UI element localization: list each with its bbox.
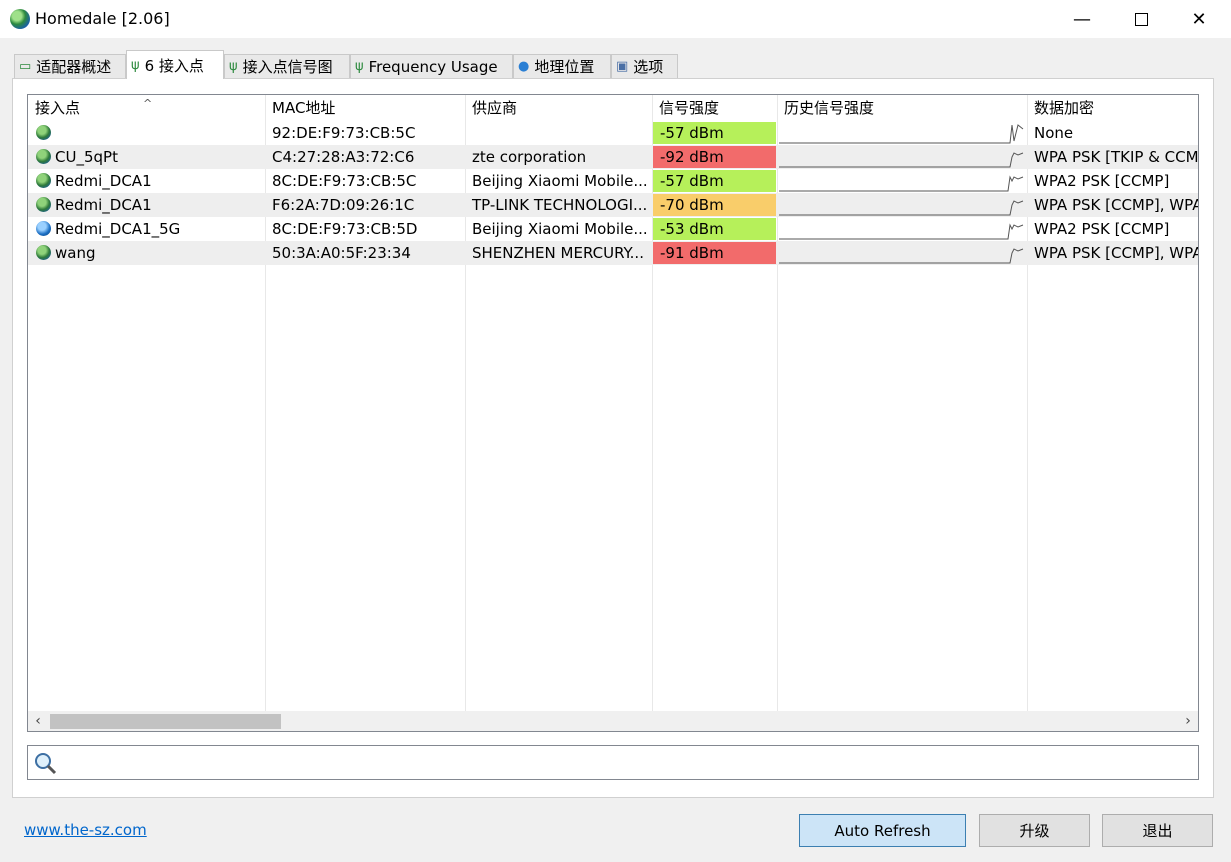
column-header-mac[interactable]: MAC地址	[265, 95, 465, 121]
cell-mac: F6:2A:7D:09:26:1C	[272, 196, 415, 214]
cell-ssid: CU_5qPt	[55, 148, 118, 166]
tab-location[interactable]: ● 地理位置	[513, 54, 611, 78]
column-header-signal[interactable]: 信号强度	[652, 95, 777, 121]
table-row[interactable]: CU_5qPt C4:27:28:A3:72:C6 zte corporation -…	[28, 145, 1199, 169]
column-header-encryption[interactable]: 数据加密	[1027, 95, 1198, 121]
signal-history-sparkline	[779, 248, 1024, 264]
scroll-left-button[interactable]: ‹	[28, 711, 48, 731]
close-icon: ✕	[1191, 8, 1207, 30]
scroll-right-button[interactable]: ›	[1178, 711, 1198, 731]
cell-vendor: TP-LINK TECHNOLOGI...	[472, 196, 648, 214]
signal-history-sparkline	[779, 175, 1024, 192]
website-link[interactable]: www.the-sz.com	[24, 821, 147, 839]
cell-encryption: WPA PSK [CCMP], WPA2	[1034, 196, 1199, 214]
cell-signal: -92 dBm	[653, 146, 776, 168]
cell-ssid: Redmi_DCA1	[55, 196, 152, 214]
horizontal-scrollbar[interactable]: ‹ ›	[28, 711, 1198, 731]
cell-encryption: WPA2 PSK [CCMP]	[1034, 220, 1170, 238]
cell-signal: -70 dBm	[653, 194, 776, 216]
cell-vendor: SHENZHEN MERCURY...	[472, 244, 644, 262]
cell-signal-history	[778, 145, 1026, 169]
tab-options[interactable]: ▣ 选项	[611, 54, 678, 78]
signal-history-sparkline	[779, 152, 1024, 168]
cell-signal: -57 dBm	[653, 170, 776, 192]
cell-encryption: WPA PSK [TKIP & CCMP]	[1034, 148, 1199, 166]
maximize-icon	[1134, 12, 1148, 26]
network-card-icon: ▭	[19, 59, 32, 74]
cell-signal: -53 dBm	[653, 218, 776, 240]
minimize-button[interactable]: —	[1053, 0, 1111, 38]
cell-mac: 8C:DE:F9:73:CB:5D	[272, 220, 418, 238]
close-button[interactable]: ✕	[1170, 0, 1228, 38]
cell-vendor: Beijing Xiaomi Mobile...	[472, 172, 648, 190]
tab-adapter-overview[interactable]: ▭ 适配器概述	[14, 54, 126, 78]
tab-frequency-usage[interactable]: ψ Frequency Usage	[350, 54, 513, 78]
column-header-vendor[interactable]: 供应商	[465, 95, 652, 121]
antenna-icon: ψ	[131, 57, 140, 73]
access-point-list[interactable]: 接入点 ^ MAC地址 供应商 信号强度 历史信号强度 数据加密 92:DE:F9…	[27, 94, 1199, 732]
map-pin-icon: ●	[518, 59, 530, 74]
minimize-icon: —	[1073, 8, 1091, 30]
table-row[interactable]: Redmi_DCA1 F6:2A:7D:09:26:1C TP-LINK TECHN…	[28, 193, 1199, 217]
title-bar: Homedale [2.06] — ✕	[0, 0, 1231, 38]
antenna-icon: ψ	[355, 59, 364, 74]
cell-mac: C4:27:28:A3:72:C6	[272, 148, 415, 166]
cell-mac: 50:3A:A0:5F:23:34	[272, 244, 411, 262]
signal-history-sparkline	[779, 200, 1024, 216]
search-input[interactable]	[68, 749, 1192, 777]
cell-signal-history	[778, 169, 1026, 193]
cell-vendor: zte corporation	[472, 148, 587, 166]
tab-access-points[interactable]: ψ6 接入点	[126, 50, 224, 79]
cell-ssid: Redmi_DCA1	[55, 172, 152, 190]
cell-encryption: WPA2 PSK [CCMP]	[1034, 172, 1170, 190]
column-header-signal-history[interactable]: 历史信号强度	[777, 95, 1027, 121]
cell-vendor	[465, 121, 652, 145]
globe-icon	[10, 9, 30, 29]
search-box	[27, 745, 1199, 780]
cell-encryption: WPA PSK [CCMP], WPA2	[1034, 244, 1199, 262]
cell-encryption: None	[1034, 124, 1074, 142]
table-row[interactable]: wang 50:3A:A0:5F:23:34 SHENZHEN MERCURY...…	[28, 241, 1199, 265]
cell-mac: 92:DE:F9:73:CB:5C	[272, 124, 416, 142]
cell-signal-history	[778, 193, 1026, 217]
table-row[interactable]: 92:DE:F9:73:CB:5C -57 dBm None	[28, 121, 1198, 145]
auto-refresh-button[interactable]: Auto Refresh	[799, 814, 966, 847]
signal-history-sparkline	[779, 124, 1024, 144]
cell-vendor: Beijing Xiaomi Mobile...	[472, 220, 648, 238]
maximize-button[interactable]	[1112, 0, 1170, 38]
table-row[interactable]: Redmi_DCA1_5G 8C:DE:F9:73:CB:5D Beijing Xi…	[28, 217, 1198, 241]
cell-signal: -91 dBm	[653, 242, 776, 264]
cell-signal-history	[778, 121, 1026, 145]
sort-ascending-icon: ^	[143, 97, 153, 110]
signal-history-sparkline	[779, 223, 1024, 240]
list-header: 接入点 ^ MAC地址 供应商 信号强度 历史信号强度 数据加密	[28, 95, 1198, 121]
cell-signal-history	[778, 241, 1026, 265]
cell-signal: -57 dBm	[653, 122, 776, 144]
cell-ssid: Redmi_DCA1_5G	[55, 220, 181, 238]
scroll-thumb[interactable]	[50, 714, 281, 729]
settings-icon: ▣	[616, 59, 629, 74]
cell-ssid: wang	[55, 244, 96, 262]
upgrade-button[interactable]: 升级	[979, 814, 1090, 847]
column-header-ssid[interactable]: 接入点 ^	[28, 95, 265, 121]
table-row[interactable]: Redmi_DCA1 8C:DE:F9:73:CB:5C Beijing Xiaom…	[28, 169, 1198, 193]
exit-button[interactable]: 退出	[1102, 814, 1213, 847]
cell-signal-history	[778, 217, 1026, 241]
search-icon	[35, 753, 57, 775]
antenna-icon: ψ	[229, 59, 238, 74]
window-title: Homedale [2.06]	[35, 9, 170, 28]
cell-ssid	[48, 121, 265, 145]
tab-signal-graph[interactable]: ψ 接入点信号图	[224, 54, 350, 78]
cell-mac: 8C:DE:F9:73:CB:5C	[272, 172, 417, 190]
